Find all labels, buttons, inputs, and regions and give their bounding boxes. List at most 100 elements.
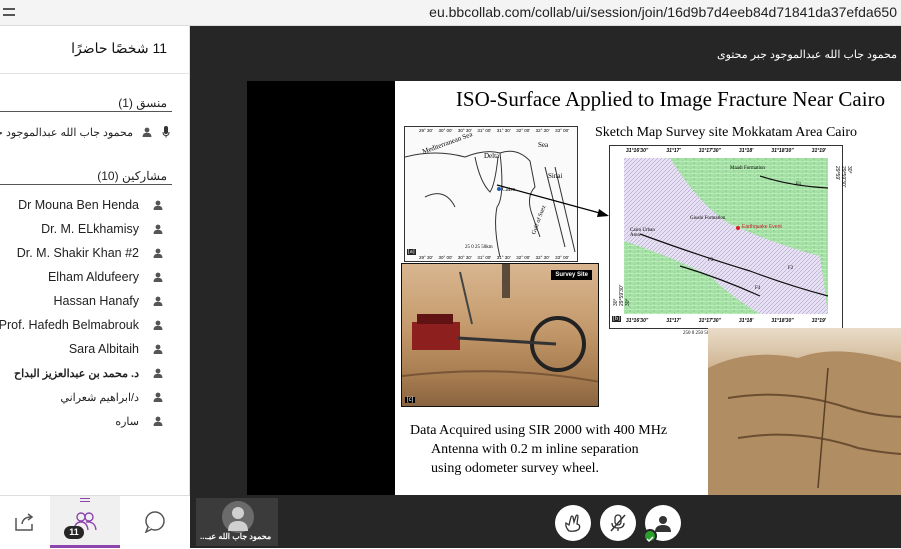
tick-label: 31°17'30" (698, 148, 721, 154)
hand-icon (565, 514, 581, 532)
participant-name: Dr. M. ELkhamisy (41, 222, 139, 236)
survey-wheel-image (402, 264, 598, 383)
tick-label: 31°16'30" (626, 318, 649, 324)
participant-name: د. محمد بن عبدالعزيز البداح (14, 367, 139, 380)
map-a-sinai-label: Sinai (548, 172, 563, 180)
participant-row[interactable]: Elham Aldufeery (0, 265, 189, 289)
tick-label: 31°17'30" (698, 318, 721, 324)
maadi-formation-label: Maadi Formation (730, 166, 765, 171)
share-icon (15, 513, 34, 531)
presentation-slide: ISO-Surface Applied to Image Fracture Ne… (395, 81, 901, 495)
slide-caption-line: Antenna with 0.2 m inline separation (431, 442, 639, 457)
fault-label: F2 (788, 266, 794, 271)
user-icon (139, 127, 155, 137)
tick-label: 31° 00' (477, 255, 492, 260)
video-tile-name: محمود جاب الله عبـ... (200, 532, 272, 541)
fault-label: F4 (755, 286, 761, 291)
tick-label: 31°17' (666, 148, 681, 154)
tick-label: 33° 00' (555, 255, 569, 260)
user-icon (147, 344, 169, 354)
camera-toggle-button[interactable] (643, 505, 681, 543)
tick-label: 32° 30' (535, 255, 550, 260)
video-tile[interactable]: محمود جاب الله عبـ... (196, 498, 278, 546)
url-text[interactable]: eu.bbcollab.com/collab/ui/session/join/1… (429, 4, 897, 20)
slide-caption-line: using odometer survey wheel. (431, 461, 599, 476)
sketch-map-title: Sketch Map Survey site Mokkatam Area Cai… (595, 125, 858, 140)
user-icon (147, 224, 169, 234)
participant-name: د/ابراهيم شعراني (60, 391, 139, 404)
tick-label: 31°18' (739, 318, 754, 324)
chat-tab[interactable] (120, 496, 190, 548)
photo-c-survey-equipment: Survey Site [c] (401, 263, 599, 407)
panel-footer-tabs: 11 (0, 495, 190, 548)
moderator-name: محمود جاب الله عبدالموجود جبر (0, 126, 133, 139)
microphone-muted-icon (610, 514, 626, 532)
tick-label: 31°18'30" (771, 148, 794, 154)
main-stage: محمود جاب الله عبدالموجود جبر محتوى ISO-… (190, 26, 901, 548)
participant-row[interactable]: د/ابراهيم شعراني (0, 385, 189, 409)
participant-name: Sara Albitaih (68, 342, 139, 356)
map-b-survey-site: Maadi Formation Giushi Formation Earthqu… (609, 145, 852, 329)
map-a-delta-label: Delta (484, 152, 500, 160)
section-underline (0, 184, 172, 185)
participant-row[interactable]: Hassan Hanafy (0, 289, 189, 313)
tick-label: 29°59'30" (840, 166, 846, 188)
tick-label: 30° (846, 166, 852, 174)
map-b-bottom-ticks: 31°16'30" 31°17' 31°17'30" 31°18' 31°18'30" 3… (626, 318, 826, 324)
microphone-icon (155, 126, 177, 138)
user-icon (147, 416, 169, 426)
participant-row[interactable]: Prof. Hafedh Belmabrouk (0, 313, 189, 337)
tick-label: 31°16'30" (626, 148, 649, 154)
map-a-panel-label: [a] (407, 249, 416, 255)
participant-row[interactable]: د. محمد بن عبدالعزيز البداح (0, 361, 189, 385)
earthquake-label: Earthquake Event (742, 224, 782, 230)
participant-name: Prof. Hafedh Belmabrouk (0, 318, 139, 332)
browser-menu-icon[interactable] (3, 8, 15, 16)
user-icon (147, 296, 169, 306)
tick-label: 30° 00' (438, 128, 453, 133)
tick-label: 30° (625, 298, 631, 306)
user-icon (147, 272, 169, 282)
moderators-header: منسق (1) (118, 96, 167, 110)
section-underline (0, 111, 172, 112)
participant-name: Dr Mouna Ben Henda (18, 198, 139, 212)
fault-label: F1 (796, 182, 802, 187)
participant-row[interactable]: Dr. M. Shakir Khan #2 (0, 241, 189, 265)
moderator-row[interactable]: محمود جاب الله عبدالموجود جبر (0, 120, 189, 144)
share-content-tab[interactable] (0, 496, 50, 548)
map-a-scale: 25 0 25 50km (465, 245, 493, 250)
attendees-panel: 11 شخصًا حاضرًا منسق (1) محمود جاب الله … (0, 26, 190, 548)
tick-label: 30° 30' (457, 128, 472, 133)
fracture-rock-photo (708, 328, 901, 495)
tick-label: 31° 30' (496, 128, 511, 133)
tick-label: 32° 00' (516, 255, 531, 260)
raise-hand-button[interactable] (555, 505, 591, 541)
drag-handle-icon (80, 498, 90, 502)
tick-label: 31° 30' (496, 255, 511, 260)
photo-c-panel-label: [c] (405, 397, 416, 403)
slide-caption-line: Data Acquired using SIR 2000 with 400 MH… (410, 423, 668, 438)
avatar (222, 501, 254, 533)
map-a-sea2-label: Sea (538, 141, 549, 149)
tick-label: 31°19' (811, 318, 826, 324)
attendees-count-badge: 11 (64, 526, 84, 539)
participant-row[interactable]: Sara Albitaih (0, 337, 189, 361)
slide-title: ISO-Surface Applied to Image Fracture Ne… (455, 87, 886, 111)
attendee-count: 11 شخصًا حاضرًا (71, 40, 167, 56)
map-a-bottom-ticks: 29° 30' 30° 00' 30° 30' 31° 00' 31° 30' 32° 0… (419, 255, 569, 260)
participant-row[interactable]: Dr. M. ELkhamisy (0, 217, 189, 241)
user-icon (147, 368, 169, 378)
tick-label: 31° 00' (477, 128, 492, 133)
tick-label: 31°18' (739, 148, 754, 154)
tick-label: 32° 00' (516, 128, 531, 133)
participant-row[interactable]: Dr Mouna Ben Henda (0, 193, 189, 217)
tick-label: 31°19' (811, 148, 826, 154)
participant-row[interactable]: ساره (0, 409, 189, 433)
user-icon (147, 248, 169, 258)
participants-header: مشاركين (10) (97, 169, 167, 183)
user-icon (147, 392, 169, 402)
attendees-tab[interactable]: 11 (50, 496, 120, 548)
tick-label: 31°17' (666, 318, 681, 324)
arrow-icon (496, 184, 609, 217)
microphone-toggle-button[interactable] (600, 505, 636, 541)
